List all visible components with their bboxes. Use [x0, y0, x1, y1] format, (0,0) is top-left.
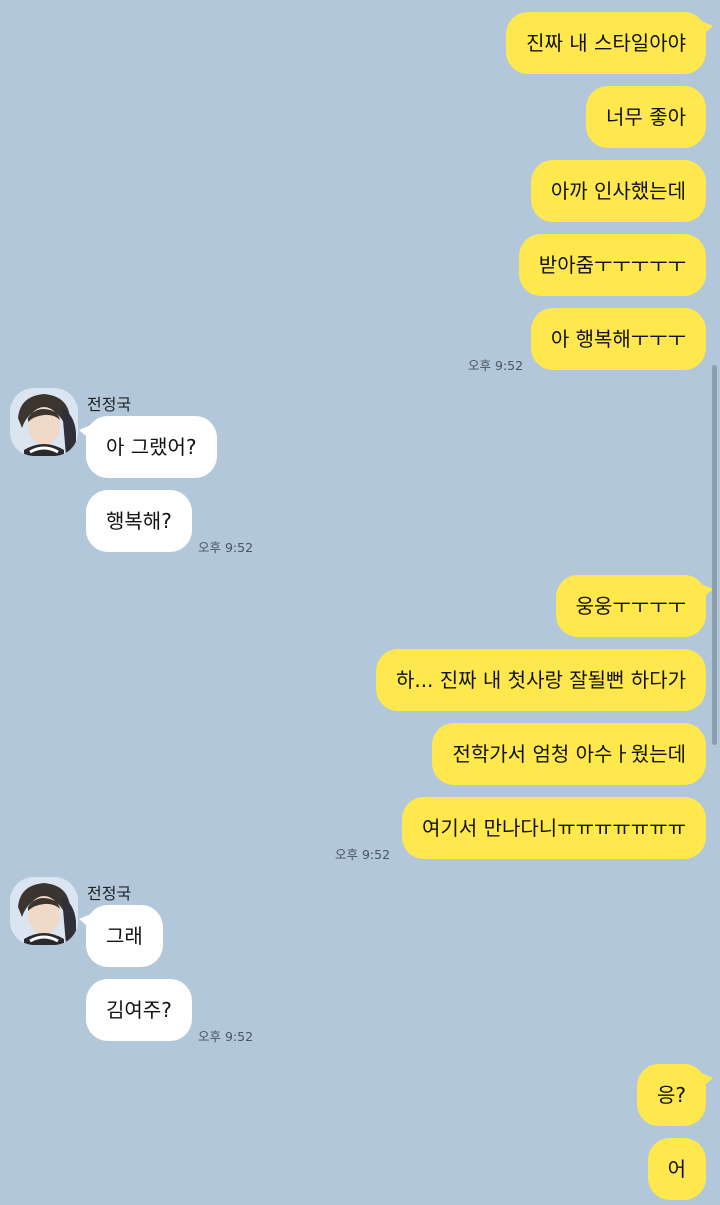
sender-name: 전정국 — [87, 884, 132, 903]
their-message-bubble[interactable]: 김여주? — [86, 979, 192, 1041]
my-message-bubble[interactable]: 아 행복해ㅜㅜㅜ — [530, 308, 706, 370]
message-timestamp: 오후 9:52 — [335, 847, 391, 862]
their-message-bubble[interactable]: 아 그랬어? — [79, 416, 217, 478]
my-message-bubble[interactable]: 어 — [647, 1138, 706, 1200]
scrollbar[interactable] — [712, 365, 717, 745]
my-message-bubble[interactable]: 받아줌ㅜㅜㅜㅜㅜ — [518, 234, 706, 296]
my-message-bubble[interactable]: 웅웅ㅜㅜㅜㅜ — [555, 575, 714, 637]
profile-avatar-icon[interactable] — [10, 388, 78, 456]
sender-name: 전정국 — [87, 395, 132, 414]
their-message-bubble[interactable]: 행복해? — [86, 490, 192, 552]
my-message-bubble[interactable]: 너무 좋아 — [586, 86, 706, 148]
my-message-bubble[interactable]: 하... 진짜 내 첫사랑 잘될뻔 하다가 — [375, 649, 706, 711]
message-timestamp: 오후 9:52 — [468, 358, 524, 373]
my-message-bubble[interactable]: 여기서 만나다니ㅠㅠㅠㅠㅠㅠㅠ — [402, 797, 706, 859]
message-timestamp: 오후 9:52 — [198, 1029, 254, 1044]
chat-room: 진짜 내 스타일아야 너무 좋아 아까 인사했는데 받아줌ㅜㅜㅜㅜㅜ 아 행복해… — [0, 0, 720, 1205]
my-message-bubble[interactable]: 아까 인사했는데 — [530, 160, 706, 222]
profile-avatar-icon[interactable] — [10, 877, 78, 945]
their-message-bubble[interactable]: 그래 — [79, 905, 163, 967]
my-message-bubble[interactable]: 전학가서 엄청 아수ㅏ웠는데 — [432, 723, 706, 785]
my-message-bubble[interactable]: 응? — [636, 1064, 714, 1126]
message-timestamp: 오후 9:52 — [198, 540, 254, 555]
my-message-bubble[interactable]: 진짜 내 스타일아야 — [506, 12, 713, 74]
